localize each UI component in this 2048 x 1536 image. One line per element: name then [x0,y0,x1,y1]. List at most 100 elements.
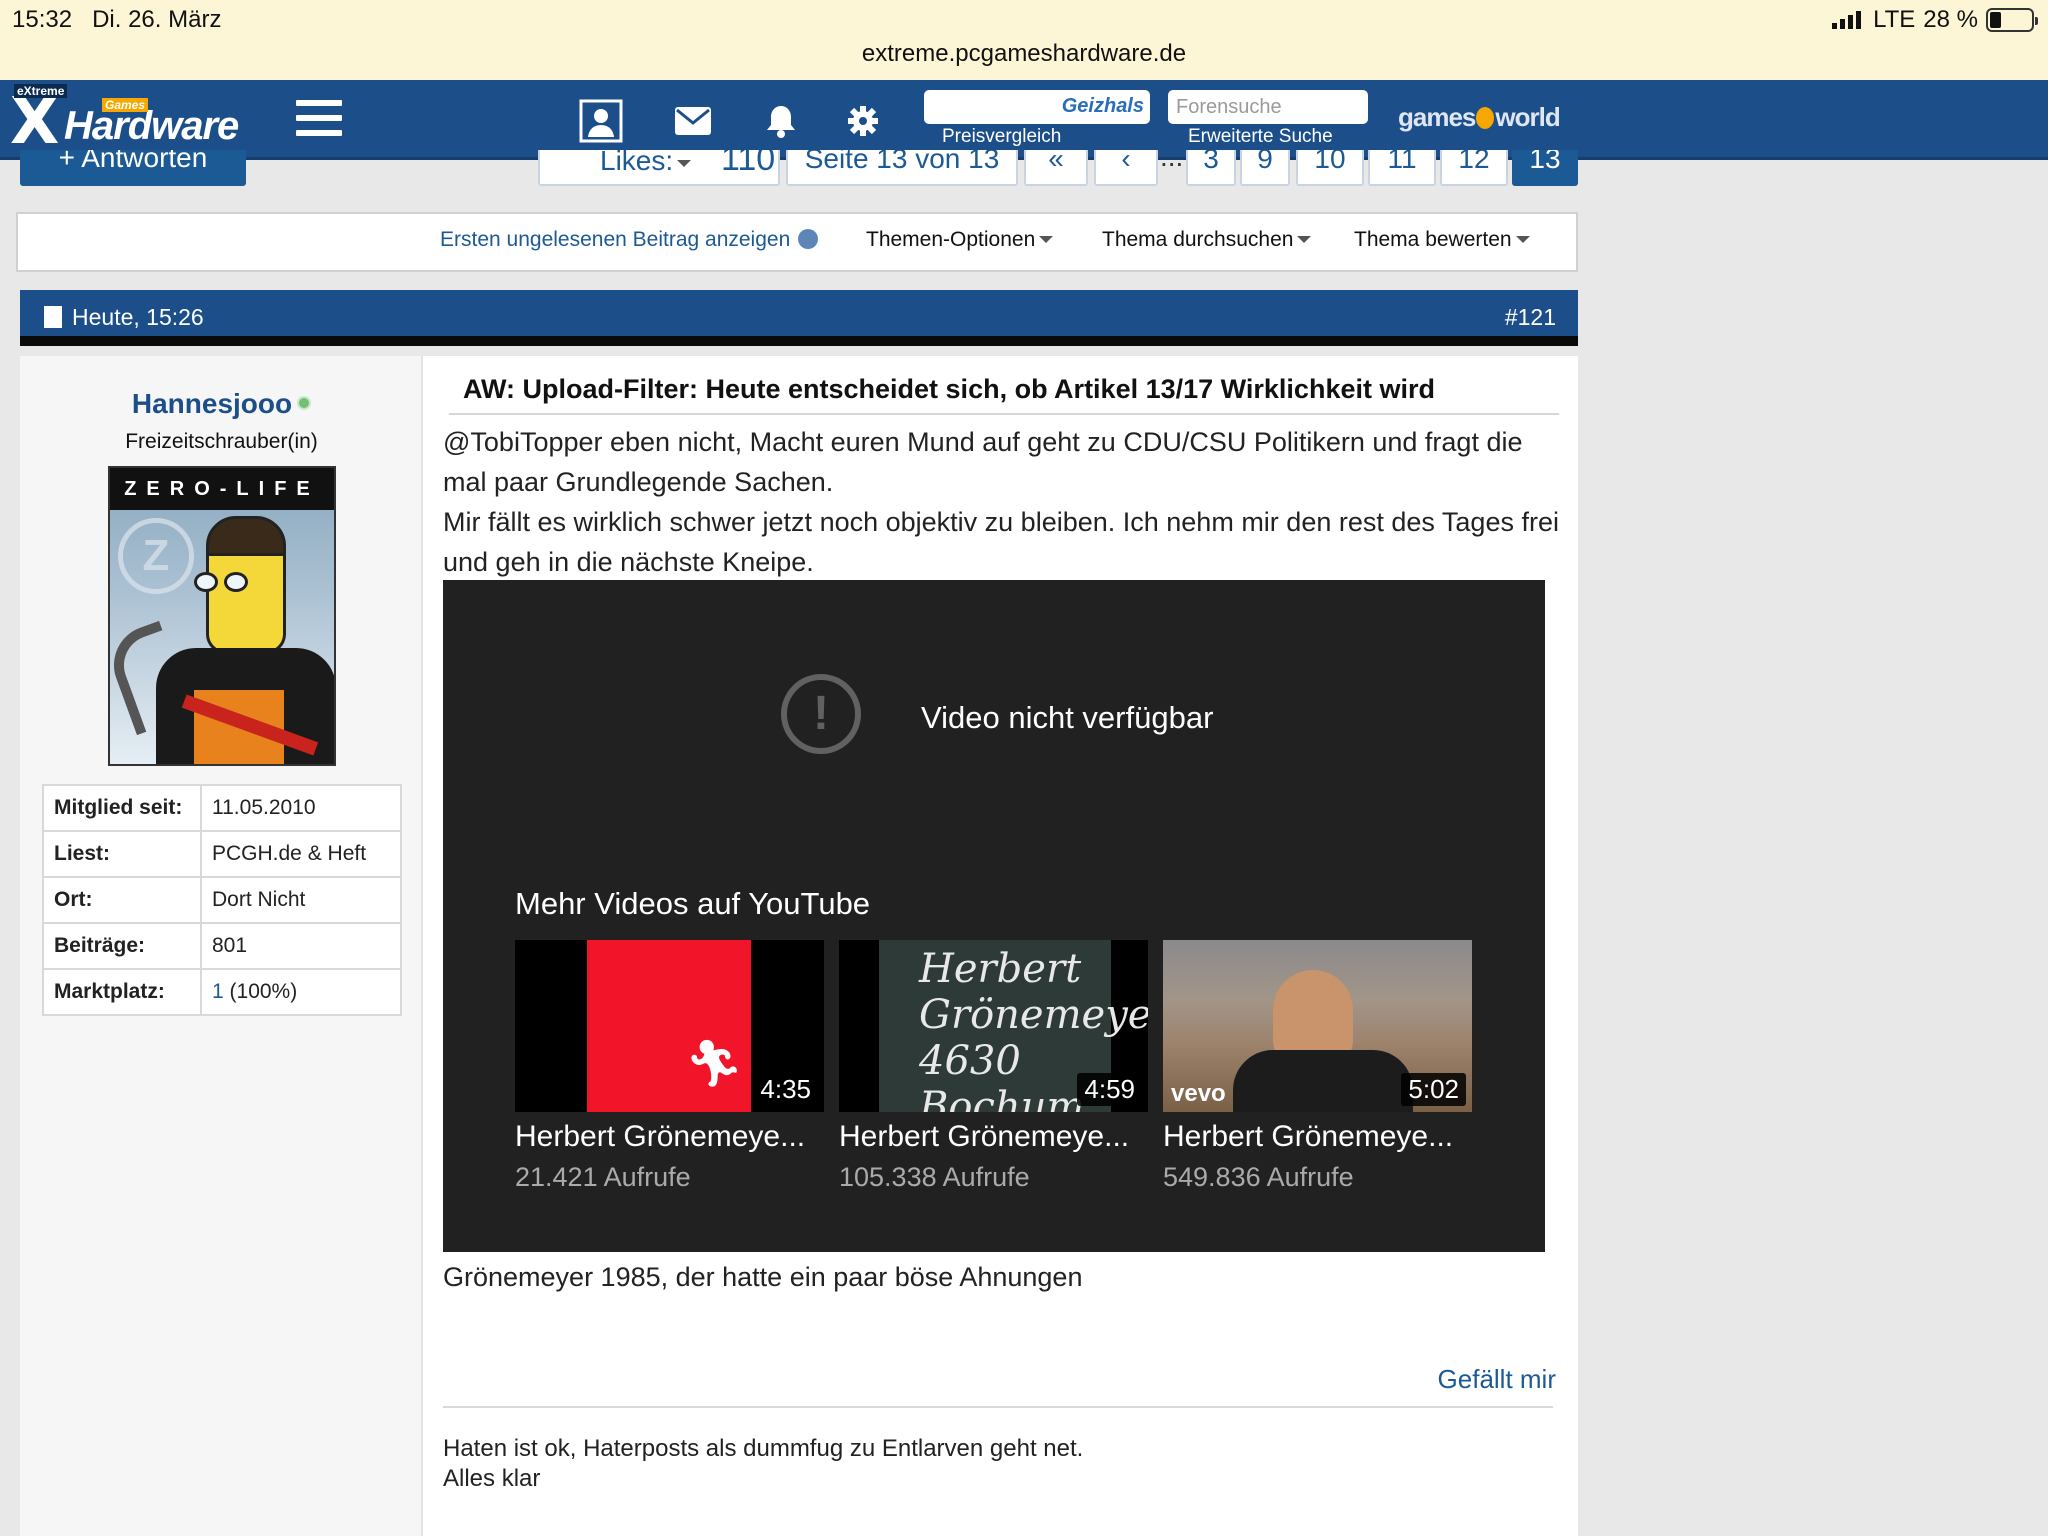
table-row: Ort: Dort Nicht [42,876,402,924]
page-button[interactable]: 10 [1296,150,1364,186]
signature-line: Alles klar [443,1465,541,1492]
status-bar: 15:32 Di. 26. März LTE 28 % extreme.pcga… [0,0,2048,80]
bell-icon[interactable] [758,98,804,144]
table-row: Mitglied seit: 11.05.2010 [42,784,402,832]
post-number[interactable]: #121 [1505,304,1556,331]
search-thread-label: Thema durchsuchen [1102,228,1294,251]
info-value: PCGH.de & Heft [200,830,402,878]
chevron-down-icon [1297,236,1312,243]
marketplace-link[interactable]: 1 [212,980,224,1003]
date: Di. 26. März [92,6,222,33]
logo-hardware: Hardware [64,104,239,148]
post-paragraph: @TobiTopper eben nicht, Macht euren Mund… [443,427,1523,497]
table-row: Liest: PCGH.de & Heft [42,830,402,878]
rate-thread-label: Thema bewerten [1354,228,1512,251]
video-unavailable-text: Video nicht verfügbar [921,700,1214,735]
info-key: Ort: [42,876,202,924]
more-videos-heading: Mehr Videos auf YouTube [515,886,871,921]
profile-icon[interactable] [578,98,624,144]
geizhals-search[interactable]: Geizhals [924,90,1150,124]
user-info-table: Mitglied seit: 11.05.2010 Liest: PCGH.de &… [42,784,402,1016]
status-time: 15:32 Di. 26. März [12,6,221,34]
gamesworld-left: games [1398,102,1476,132]
username[interactable]: Hannesjooo [20,388,423,420]
video-thumbnail[interactable]: 🏃︎ 4:35 [515,940,824,1112]
search-thread-menu[interactable]: Thema durchsuchen [1102,228,1312,252]
gamesworld-logo[interactable]: games world [1398,102,1561,133]
document-icon [44,306,62,328]
advanced-search-link[interactable]: Erweiterte Suche [1188,126,1333,148]
youtube-embed[interactable]: ! Video nicht verfügbar Mehr Videos auf … [443,580,1545,1252]
video-title[interactable]: Herbert Grönemeye... [839,1120,1151,1154]
first-page-button[interactable]: « [1024,150,1088,186]
page-button[interactable]: 11 [1368,150,1436,186]
vevo-badge: vevo [1171,1080,1226,1107]
likes-label: Likes: [600,150,674,176]
post-paragraph: Mir fällt es wirklich schwer jetzt noch … [443,507,1559,577]
page-button[interactable]: 12 [1440,150,1508,186]
post-caption: Grönemeyer 1985, der hatte ein paar böse… [443,1262,1083,1292]
page-of-dropdown[interactable]: Seite 13 von 13 [786,150,1018,186]
thread-options-label: Themen-Optionen [866,228,1036,251]
thumbnail-coat [1233,1050,1413,1112]
post-body: Hannesjooo Freizeitschrauber(in) ZERO-LI… [20,356,1578,1536]
video-thumbnail[interactable]: Herbert Grönemeyer 4630 Bochum 4:59 [839,940,1148,1112]
logo-extreme: eXtreme [14,84,68,98]
thread-options-menu[interactable]: Themen-Optionen [866,228,1054,252]
page-button[interactable]: 9 [1240,150,1290,186]
signature: Haten ist ok, Haterposts als dummfug zu … [443,1434,1083,1494]
info-value: Dort Nicht [200,876,402,924]
site-logo[interactable]: X eXtreme Hardware Games [10,84,240,159]
user-sidebar: Hannesjooo Freizeitschrauber(in) ZERO-LI… [20,356,423,1536]
mail-icon[interactable] [670,98,716,144]
clock: 15:32 [12,6,73,33]
chevron-down-icon [1515,236,1530,243]
info-key: Mitglied seit: [42,784,202,832]
likes-box[interactable]: Likes: 110 [538,150,780,186]
avatar-hair [206,516,286,556]
info-value: 1 (100%) [200,968,402,1016]
table-row: Beiträge: 801 [42,922,402,970]
running-figure-icon: 🏃︎ [685,1037,744,1089]
video-thumbnail[interactable]: vevo 5:02 [1163,940,1472,1112]
pagination-row: + Antworten Likes: 110 Seite 13 von 13 «… [0,150,1578,192]
page-button[interactable]: 3 [1186,150,1236,186]
signature-divider [443,1406,1553,1408]
username-text[interactable]: Hannesjooo [132,388,292,419]
online-status-icon [297,396,312,410]
info-value: 801 [200,922,402,970]
network-label: LTE [1873,6,1916,33]
rate-thread-menu[interactable]: Thema bewerten [1354,228,1530,252]
signature-line: Haten ist ok, Haterposts als dummfug zu … [443,1435,1084,1462]
forum-search-input[interactable] [1168,90,1368,124]
table-row: Marktplatz: 1 (100%) [42,968,402,1016]
video-title[interactable]: Herbert Grönemeye... [1163,1120,1475,1154]
video-views: 105.338 Aufrufe [839,1162,1030,1192]
post-date: Heute, 15:26 [72,304,204,330]
video-duration: 4:59 [1077,1073,1142,1106]
thread-options-bar: Ersten ungelesenen Beitrag anzeigen Them… [16,212,1578,272]
post-header: Heute, 15:26 #121 [20,290,1578,346]
chevron-down-icon [1039,236,1054,243]
url-bar[interactable]: extreme.pcgameshardware.de [0,40,2048,68]
status-indicators: LTE 28 % [1832,6,2038,34]
current-page-button[interactable]: 13 [1512,150,1578,186]
hamburger-menu-icon[interactable] [296,100,342,136]
chevron-down-icon [677,160,692,167]
user-title: Freizeitschrauber(in) [125,430,318,453]
video-views: 21.421 Aufrufe [515,1162,691,1192]
avatar[interactable]: ZERO-LIFE Z [108,466,336,766]
video-title[interactable]: Herbert Grönemeye... [515,1120,827,1154]
first-unread-link[interactable]: Ersten ungelesenen Beitrag anzeigen [440,228,819,252]
logo-x: X [10,85,59,159]
battery-percent: 28 % [1923,6,1978,33]
prev-page-button[interactable]: ‹ [1094,150,1158,186]
gear-icon[interactable] [840,98,886,144]
preisvergleich-link[interactable]: Preisvergleich [942,126,1061,148]
likes-count: 110 [720,150,776,178]
like-button[interactable]: Gefällt mir [1438,1364,1556,1395]
glasses-icon [194,572,250,592]
post-title: AW: Upload-Filter: Heute entscheidet sic… [449,374,1559,415]
reply-button[interactable]: + Antworten [20,150,246,186]
gamesworld-pin-icon [1476,107,1495,129]
